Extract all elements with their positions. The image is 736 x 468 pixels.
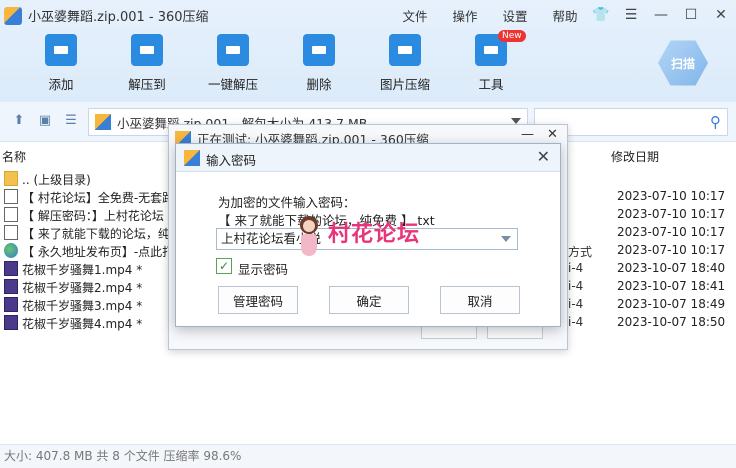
add-label: 添加 <box>48 77 74 92</box>
add-button[interactable]: 添加 <box>22 34 100 93</box>
archive-icon <box>95 114 111 130</box>
globe-icon <box>4 243 18 258</box>
file-date: 2023-07-10 10:17 <box>617 189 726 203</box>
file-type: i-4 <box>568 279 584 293</box>
file-date: 2023-07-10 10:17 <box>617 207 726 221</box>
image-compress-button[interactable]: 图片压缩 <box>366 34 444 93</box>
file-name: 花椒千岁骚舞2.mp4 * <box>22 281 143 295</box>
video-file-icon <box>4 261 18 276</box>
file-name: 【 永久地址发布页】-点此打 <box>22 245 175 259</box>
close-icon[interactable]: ✕ <box>706 2 736 28</box>
password-dropdown-icon[interactable] <box>501 236 511 242</box>
close-icon[interactable]: ✕ <box>547 127 558 142</box>
close-icon[interactable]: ✕ <box>537 147 550 166</box>
file-name: 【 来了就能下载的论坛，纯 <box>22 227 170 241</box>
search-icon[interactable]: ⚲ <box>710 113 721 131</box>
image-file-icon <box>4 207 18 222</box>
menu-settings[interactable]: 设置 <box>490 6 540 25</box>
file-name: .. (上级目录) <box>22 173 91 187</box>
file-name: 花椒千岁骚舞1.mp4 * <box>22 263 143 277</box>
file-name: 【 解压密码：】上村花论坛 <box>22 209 164 223</box>
column-modified[interactable]: 修改日期 <box>611 148 659 165</box>
delete-label: 删除 <box>306 77 332 92</box>
archive-icon <box>184 150 200 166</box>
file-date: 2023-10-07 18:41 <box>617 279 726 293</box>
show-password-checkbox[interactable]: ✓ <box>216 258 232 274</box>
file-name: 花椒千岁骚舞4.mp4 * <box>22 317 143 331</box>
image-compress-icon <box>389 34 421 66</box>
manage-password-button[interactable]: 管理密码 <box>218 286 298 314</box>
doll-icon <box>296 216 322 260</box>
file-type: i-4 <box>568 261 584 275</box>
status-bar: 大小: 407.8 MB 共 8 个文件 压缩率 98.6% <box>0 444 736 468</box>
extract-icon <box>131 34 163 66</box>
file-date: 2023-10-07 18:49 <box>617 297 726 311</box>
watermark-text: 村花论坛 <box>328 221 421 247</box>
file-date: 2023-07-10 10:17 <box>617 225 726 239</box>
file-type: i-4 <box>568 297 584 311</box>
file-type: i-4 <box>568 315 584 329</box>
list-view-icon[interactable]: ☰ <box>62 113 80 131</box>
toolbar: 添加 解压到 一键解压 删除 图片压缩 New 工具 <box>22 30 538 93</box>
maximize-icon[interactable]: ☐ <box>676 2 706 28</box>
scan-button[interactable]: 扫描 <box>658 38 710 94</box>
ok-button[interactable]: 确定 <box>329 286 409 314</box>
title-toolbar-area: 小巫婆舞蹈.zip.001 - 360压缩 文件 操作 设置 帮助 👕 ☰ — … <box>0 0 736 102</box>
file-date: 2023-10-07 18:40 <box>617 261 726 275</box>
one-click-extract-label: 一键解压 <box>207 77 258 92</box>
file-name: 【 村花论坛】全免费-无套路 <box>22 191 175 205</box>
password-prompt: 为加密的文件输入密码： <box>218 195 356 210</box>
up-arrow-icon[interactable]: ⬆ <box>10 113 28 131</box>
password-dialog-header: 输入密码 ✕ <box>176 144 560 172</box>
folder-icon <box>4 171 18 186</box>
minimize-icon[interactable]: — <box>646 2 676 28</box>
thumbnail-view-icon[interactable]: ▣ <box>36 113 54 131</box>
window-controls: 👕 ☰ — ☐ ✕ <box>586 2 736 28</box>
tools-label: 工具 <box>478 77 504 92</box>
window-title-text: 小巫婆舞蹈.zip.001 - 360压缩 <box>28 10 209 25</box>
cancel-button[interactable]: 取消 <box>440 286 520 314</box>
tools-button[interactable]: New 工具 <box>452 30 530 93</box>
scan-shield-icon: 扫描 <box>658 40 708 86</box>
extract-label: 解压到 <box>128 77 166 92</box>
file-name: 花椒千岁骚舞3.mp4 * <box>22 299 143 313</box>
delete-button[interactable]: 删除 <box>280 34 358 93</box>
minimize-icon[interactable]: — <box>521 127 534 142</box>
one-click-extract-button[interactable]: 一键解压 <box>194 34 272 93</box>
text-file-icon <box>4 189 18 204</box>
menu-help[interactable]: 帮助 <box>540 6 590 25</box>
new-badge: New <box>498 30 526 42</box>
video-file-icon <box>4 297 18 312</box>
menu-file[interactable]: 文件 <box>390 6 440 25</box>
file-date: 2023-10-07 18:50 <box>617 315 726 329</box>
image-compress-label: 图片压缩 <box>379 77 430 92</box>
scan-label: 扫描 <box>670 56 695 71</box>
video-file-icon <box>4 315 18 330</box>
one-click-extract-icon <box>217 34 249 66</box>
window-title: 小巫婆舞蹈.zip.001 - 360压缩 <box>4 6 209 25</box>
video-file-icon <box>4 279 18 294</box>
app-logo-icon <box>4 6 22 25</box>
menu-operation[interactable]: 操作 <box>440 6 490 25</box>
menu-icon[interactable]: ☰ <box>616 2 646 28</box>
extract-to-button[interactable]: 解压到 <box>108 34 186 93</box>
watermark: 村花论坛 <box>296 212 456 262</box>
password-dialog-title: 输入密码 <box>206 153 257 168</box>
file-type: 方式 <box>568 245 593 259</box>
column-name[interactable]: 名称 <box>2 148 26 165</box>
menu-bar: 文件 操作 设置 帮助 <box>390 6 590 25</box>
file-date: 2023-07-10 10:17 <box>617 243 726 257</box>
delete-icon <box>303 34 335 66</box>
text-file-icon <box>4 225 18 240</box>
add-icon <box>45 34 77 66</box>
show-password-label: 显示密码 <box>238 262 289 277</box>
skin-icon[interactable]: 👕 <box>586 2 616 28</box>
